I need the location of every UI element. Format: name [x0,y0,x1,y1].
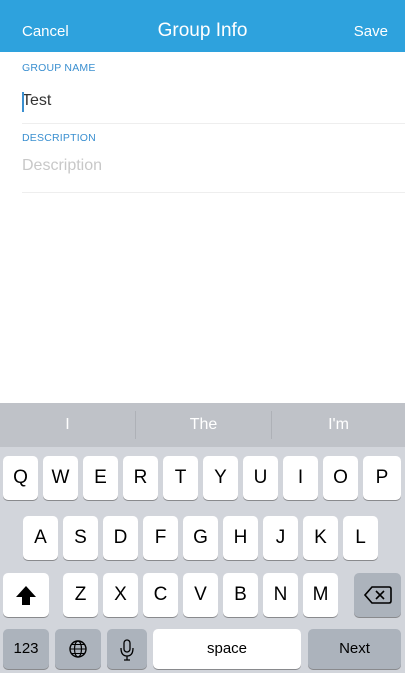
suggestion-item[interactable]: I [0,403,135,447]
divider [22,123,405,124]
key-c[interactable]: C [143,573,178,617]
suggestion-item[interactable]: I'm [272,403,405,447]
key-b[interactable]: B [223,573,258,617]
shift-key[interactable] [3,573,49,617]
key-x[interactable]: X [103,573,138,617]
key-g[interactable]: G [183,516,218,560]
key-p[interactable]: P [363,456,401,500]
shift-icon [16,586,36,605]
save-button[interactable]: Save [354,0,388,52]
suggestion-item[interactable]: The [136,403,271,447]
numbers-key[interactable]: 123 [3,629,49,669]
key-i[interactable]: I [283,456,318,500]
key-m[interactable]: M [303,573,338,617]
key-u[interactable]: U [243,456,278,500]
globe-icon [69,640,87,658]
key-y[interactable]: Y [203,456,238,500]
description-label: DESCRIPTION [22,132,96,144]
group-name-input[interactable] [22,90,392,112]
key-a[interactable]: A [23,516,58,560]
key-o[interactable]: O [323,456,358,500]
key-v[interactable]: V [183,573,218,617]
key-t[interactable]: T [163,456,198,500]
backspace-icon [363,586,392,604]
backspace-key[interactable] [354,573,401,617]
space-key[interactable]: space [153,629,301,669]
key-k[interactable]: K [303,516,338,560]
description-input[interactable] [22,155,392,177]
navigation-bar: Cancel Group Info Save [0,0,405,52]
group-name-label: GROUP NAME [22,62,96,74]
key-d[interactable]: D [103,516,138,560]
key-z[interactable]: Z [63,573,98,617]
key-n[interactable]: N [263,573,298,617]
microphone-key[interactable] [107,629,147,669]
key-f[interactable]: F [143,516,178,560]
cancel-button[interactable]: Cancel [22,0,69,52]
key-s[interactable]: S [63,516,98,560]
key-l[interactable]: L [343,516,378,560]
key-e[interactable]: E [83,456,118,500]
key-q[interactable]: Q [3,456,38,500]
microphone-icon [120,639,134,661]
key-w[interactable]: W [43,456,78,500]
divider [22,192,405,193]
next-key[interactable]: Next [308,629,401,669]
keyboard: I The I'm Q W E R T Y U I O P A S D F G … [0,403,405,673]
key-r[interactable]: R [123,456,158,500]
text-cursor [22,92,24,112]
key-j[interactable]: J [263,516,298,560]
suggestion-bar: I The I'm [0,403,405,447]
globe-key[interactable] [55,629,101,669]
key-h[interactable]: H [223,516,258,560]
